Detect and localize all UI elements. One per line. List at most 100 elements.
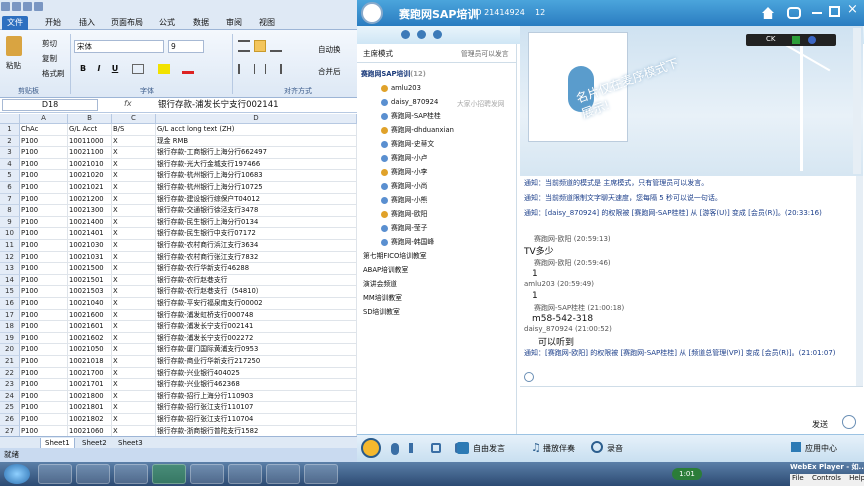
row-header[interactable]: 25	[0, 402, 20, 414]
sheet-tab-2[interactable]: Sheet2	[78, 438, 111, 448]
member-item[interactable]: 赛跑网-韩国峰	[379, 236, 434, 248]
cell-c[interactable]: X	[112, 193, 156, 206]
member-item[interactable]: 赛跑网-小熊	[379, 194, 427, 206]
font-color-icon[interactable]	[182, 64, 194, 74]
cell-c[interactable]: X	[112, 251, 156, 264]
cell-c[interactable]: X	[112, 298, 156, 310]
speaker-icon[interactable]	[409, 443, 419, 453]
cell-c[interactable]: X	[112, 321, 156, 333]
cell-b[interactable]: 10021040	[68, 298, 112, 310]
cell-c[interactable]: X	[112, 414, 156, 426]
font-size-select[interactable]: 9	[168, 40, 204, 53]
send-button[interactable]: 发送	[812, 419, 828, 430]
app-center-button[interactable]: 应用中心	[805, 443, 837, 454]
cell-d[interactable]: 银行存款-招行上海分行110903	[156, 390, 357, 403]
cell-a[interactable]: P100	[20, 321, 68, 333]
excel-taskbar-icon[interactable]	[152, 464, 186, 484]
cell-c[interactable]: X	[112, 356, 156, 368]
tab-data[interactable]: 数据	[188, 16, 214, 30]
cell-d[interactable]: 银行存款-工商银行上海分行662497	[156, 147, 357, 159]
column-header-b[interactable]: B	[68, 114, 112, 124]
cell-b[interactable]: 10021020	[68, 170, 112, 182]
cell-c[interactable]: X	[112, 379, 156, 391]
cell-b[interactable]: G/L Acct	[68, 124, 112, 136]
skype-icon[interactable]	[792, 36, 800, 44]
row-header[interactable]: 21	[0, 356, 20, 368]
select-all-corner[interactable]	[0, 114, 20, 124]
cell-a[interactable]: P100	[20, 182, 68, 194]
cell-b[interactable]: 10021300	[68, 205, 112, 217]
record-button[interactable]: 录音	[607, 443, 623, 454]
cell-d[interactable]: 银行存款-交通银行徐泾支行3478	[156, 205, 357, 217]
free-speak-button[interactable]: 自由发言	[473, 443, 505, 454]
cell-c[interactable]: X	[112, 390, 156, 403]
cell-c[interactable]: X	[112, 367, 156, 380]
play-song-button[interactable]: 播放伴奏	[543, 443, 575, 454]
cell-c[interactable]: X	[112, 286, 156, 298]
bold-button[interactable]: B	[78, 64, 88, 74]
cell-a[interactable]: P100	[20, 158, 68, 171]
cell-c[interactable]: X	[112, 332, 156, 345]
row-header[interactable]: 19	[0, 332, 20, 345]
cell-c[interactable]: X	[112, 228, 156, 240]
format-painter-button[interactable]: 格式刷	[42, 68, 65, 79]
cell-a[interactable]: P100	[20, 147, 68, 159]
cell-d[interactable]: 现金 RMB	[156, 135, 357, 148]
align-top-icon[interactable]	[238, 40, 250, 52]
cell-b[interactable]: 10021100	[68, 147, 112, 159]
row-header[interactable]: 12	[0, 251, 20, 264]
cell-a[interactable]: P100	[20, 309, 68, 322]
cell-a[interactable]: ChAc	[20, 124, 68, 136]
cell-b[interactable]: 10021802	[68, 414, 112, 426]
row-header[interactable]: 8	[0, 205, 20, 217]
cell-b[interactable]: 10011000	[68, 135, 112, 148]
cell-a[interactable]: P100	[20, 390, 68, 403]
record-icon[interactable]	[591, 441, 603, 453]
cell-a[interactable]: P100	[20, 135, 68, 148]
emoji-picker-icon[interactable]	[842, 415, 856, 429]
tab-page-layout[interactable]: 页面布局	[106, 16, 148, 30]
row-header[interactable]: 16	[0, 298, 20, 310]
game-icon[interactable]	[787, 7, 801, 19]
cell-c[interactable]: X	[112, 240, 156, 252]
free-speak-icon[interactable]	[457, 442, 469, 454]
app-center-icon[interactable]	[791, 442, 801, 452]
tab-review[interactable]: 审阅	[221, 16, 247, 30]
cell-b[interactable]: 10021021	[68, 182, 112, 194]
location-icon[interactable]	[417, 30, 426, 39]
row-header[interactable]: 7	[0, 193, 20, 206]
cell-d[interactable]: 银行存款-兴业银行404025	[156, 367, 357, 380]
cell-d[interactable]: 银行存款-杭州银行上海分行10725	[156, 182, 357, 194]
settings-icon[interactable]	[433, 30, 442, 39]
row-header[interactable]: 23	[0, 379, 20, 391]
row-header[interactable]: 4	[0, 158, 20, 171]
redo-icon[interactable]	[34, 2, 43, 11]
fx-icon[interactable]: fx	[124, 99, 132, 108]
emoji-icon[interactable]	[524, 372, 534, 382]
row-header[interactable]: 22	[0, 367, 20, 380]
row-header[interactable]: 2	[0, 135, 20, 148]
cell-b[interactable]: 10021600	[68, 309, 112, 322]
room-root[interactable]: 赛跑网SAP培训(12)	[361, 68, 426, 80]
row-header[interactable]: 20	[0, 344, 20, 356]
cell-a[interactable]: P100	[20, 228, 68, 240]
member-item[interactable]: amlu203	[379, 82, 421, 94]
row-header[interactable]: 26	[0, 414, 20, 426]
cell-a[interactable]: P100	[20, 193, 68, 206]
room-item[interactable]: 第七期FICO培训教室	[363, 250, 427, 262]
italic-button[interactable]: I	[94, 64, 104, 74]
cell-a[interactable]: P100	[20, 332, 68, 345]
member-item[interactable]: 赛跑网-小李	[379, 166, 427, 178]
cell-a[interactable]: P100	[20, 344, 68, 356]
paste-button[interactable]: 粘贴	[6, 60, 21, 71]
contacts-taskbar-icon[interactable]	[266, 464, 300, 484]
name-box[interactable]: D18	[2, 99, 98, 111]
cell-c[interactable]: X	[112, 147, 156, 159]
cell-d[interactable]: 银行存款-民生银行中支行07172	[156, 228, 357, 240]
row-header[interactable]: 17	[0, 309, 20, 322]
game-taskbar-icon[interactable]	[228, 464, 262, 484]
undo-icon[interactable]	[23, 2, 32, 11]
row-header[interactable]: 5	[0, 170, 20, 182]
cell-b[interactable]: 10021200	[68, 193, 112, 206]
tab-view[interactable]: 视图	[254, 16, 280, 30]
